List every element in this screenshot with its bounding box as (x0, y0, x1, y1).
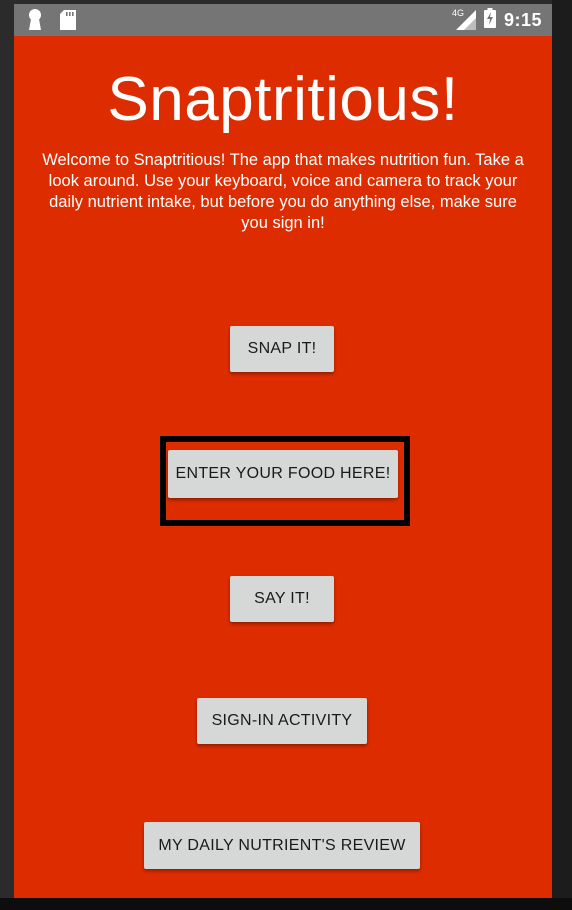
status-time: 9:15 (503, 9, 542, 30)
device-bottom-bar (0, 898, 572, 910)
app-title: Snaptritious! (107, 65, 459, 134)
status-right-icons: 4G 9:15 (452, 7, 542, 33)
sd-card-icon (60, 10, 76, 35)
signal-icon: 4G (452, 8, 476, 30)
enter-food-button[interactable]: ENTER YOUR FOOD HERE! (168, 450, 398, 498)
sign-in-activity-button[interactable]: SIGN-IN ACTIVITY (197, 698, 367, 744)
device-side-rail (552, 0, 572, 910)
status-left-icons (28, 9, 76, 36)
snap-it-button[interactable]: SNAP IT! (230, 326, 334, 372)
phone-screen: 4G 9:15 Snaptritious! Welcome to Snaptri… (14, 4, 552, 898)
daily-nutrient-review-button[interactable]: MY DAILY NUTRIENT'S REVIEW (144, 822, 420, 869)
say-it-button[interactable]: SAY IT! (230, 576, 334, 622)
keyhole-icon (28, 9, 42, 36)
welcome-text: Welcome to Snaptritious! The app that ma… (42, 151, 524, 232)
status-bar: 4G 9:15 (14, 4, 552, 36)
battery-icon (483, 7, 496, 33)
device-frame: 4G 9:15 Snaptritious! Welcome to Snaptri… (0, 0, 572, 910)
